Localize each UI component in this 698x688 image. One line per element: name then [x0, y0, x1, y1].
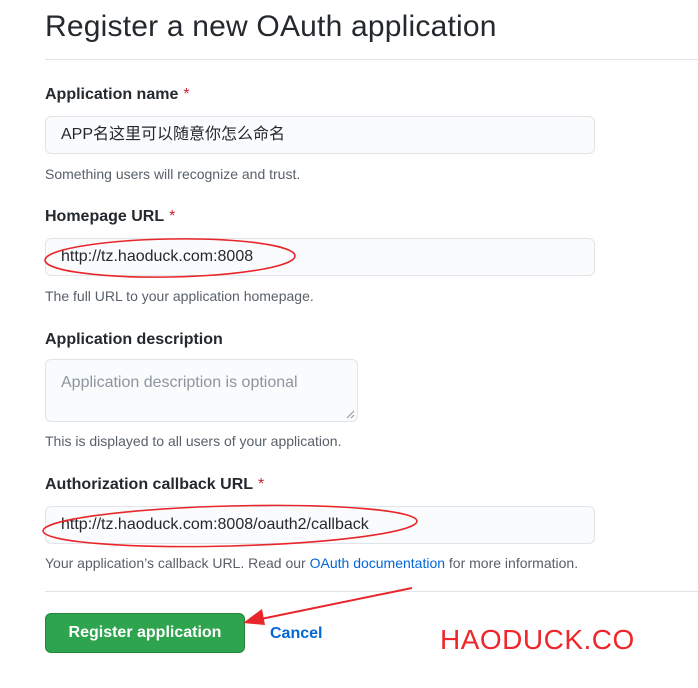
callback-url-hint: Your application’s callback URL. Read ou… — [45, 555, 578, 571]
callback-url-label-text: Authorization callback URL — [45, 476, 254, 493]
watermark: HAODUCK.CO — [440, 624, 635, 655]
callback-hint-text-end: for more information. — [445, 555, 579, 571]
callback-url-input[interactable]: http://tz.haoduck.com:8008/oauth2/callba… — [45, 506, 595, 544]
page-title: Register a new OAuth application — [45, 10, 497, 43]
callback-hint-text: Your application’s callback URL. Read ou… — [45, 555, 310, 571]
description-hint: This is displayed to all users of your a… — [45, 433, 342, 449]
callback-url-label: Authorization callback URL * — [45, 476, 264, 494]
description-label: Application description — [45, 331, 223, 348]
cancel-button[interactable]: Cancel — [270, 625, 322, 643]
required-mark: * — [169, 208, 176, 225]
app-name-hint: Something users will recognize and trust… — [45, 166, 301, 182]
title-divider — [45, 59, 698, 60]
homepage-url-label: Homepage URL * — [45, 208, 175, 226]
app-name-label: Application name * — [45, 86, 190, 104]
bottom-divider — [45, 591, 698, 592]
description-placeholder: Application description is optional — [61, 374, 298, 391]
resize-handle-icon[interactable] — [346, 410, 355, 419]
required-mark: * — [258, 476, 265, 493]
arrow-shaft — [255, 587, 413, 621]
app-name-label-text: Application name — [45, 86, 179, 103]
homepage-url-hint: The full URL to your application homepag… — [45, 288, 314, 304]
app-name-input[interactable]: APP名这里可以随意你怎么命名 — [45, 116, 595, 154]
oauth-documentation-link[interactable]: OAuth documentation — [310, 555, 445, 571]
homepage-url-label-text: Homepage URL — [45, 208, 165, 225]
arrow-head-icon — [243, 609, 265, 625]
description-textarea[interactable]: Application description is optional — [45, 359, 358, 422]
homepage-url-input[interactable]: http://tz.haoduck.com:8008 — [45, 238, 595, 276]
required-mark: * — [183, 86, 190, 103]
register-application-button[interactable]: Register application — [45, 613, 245, 653]
